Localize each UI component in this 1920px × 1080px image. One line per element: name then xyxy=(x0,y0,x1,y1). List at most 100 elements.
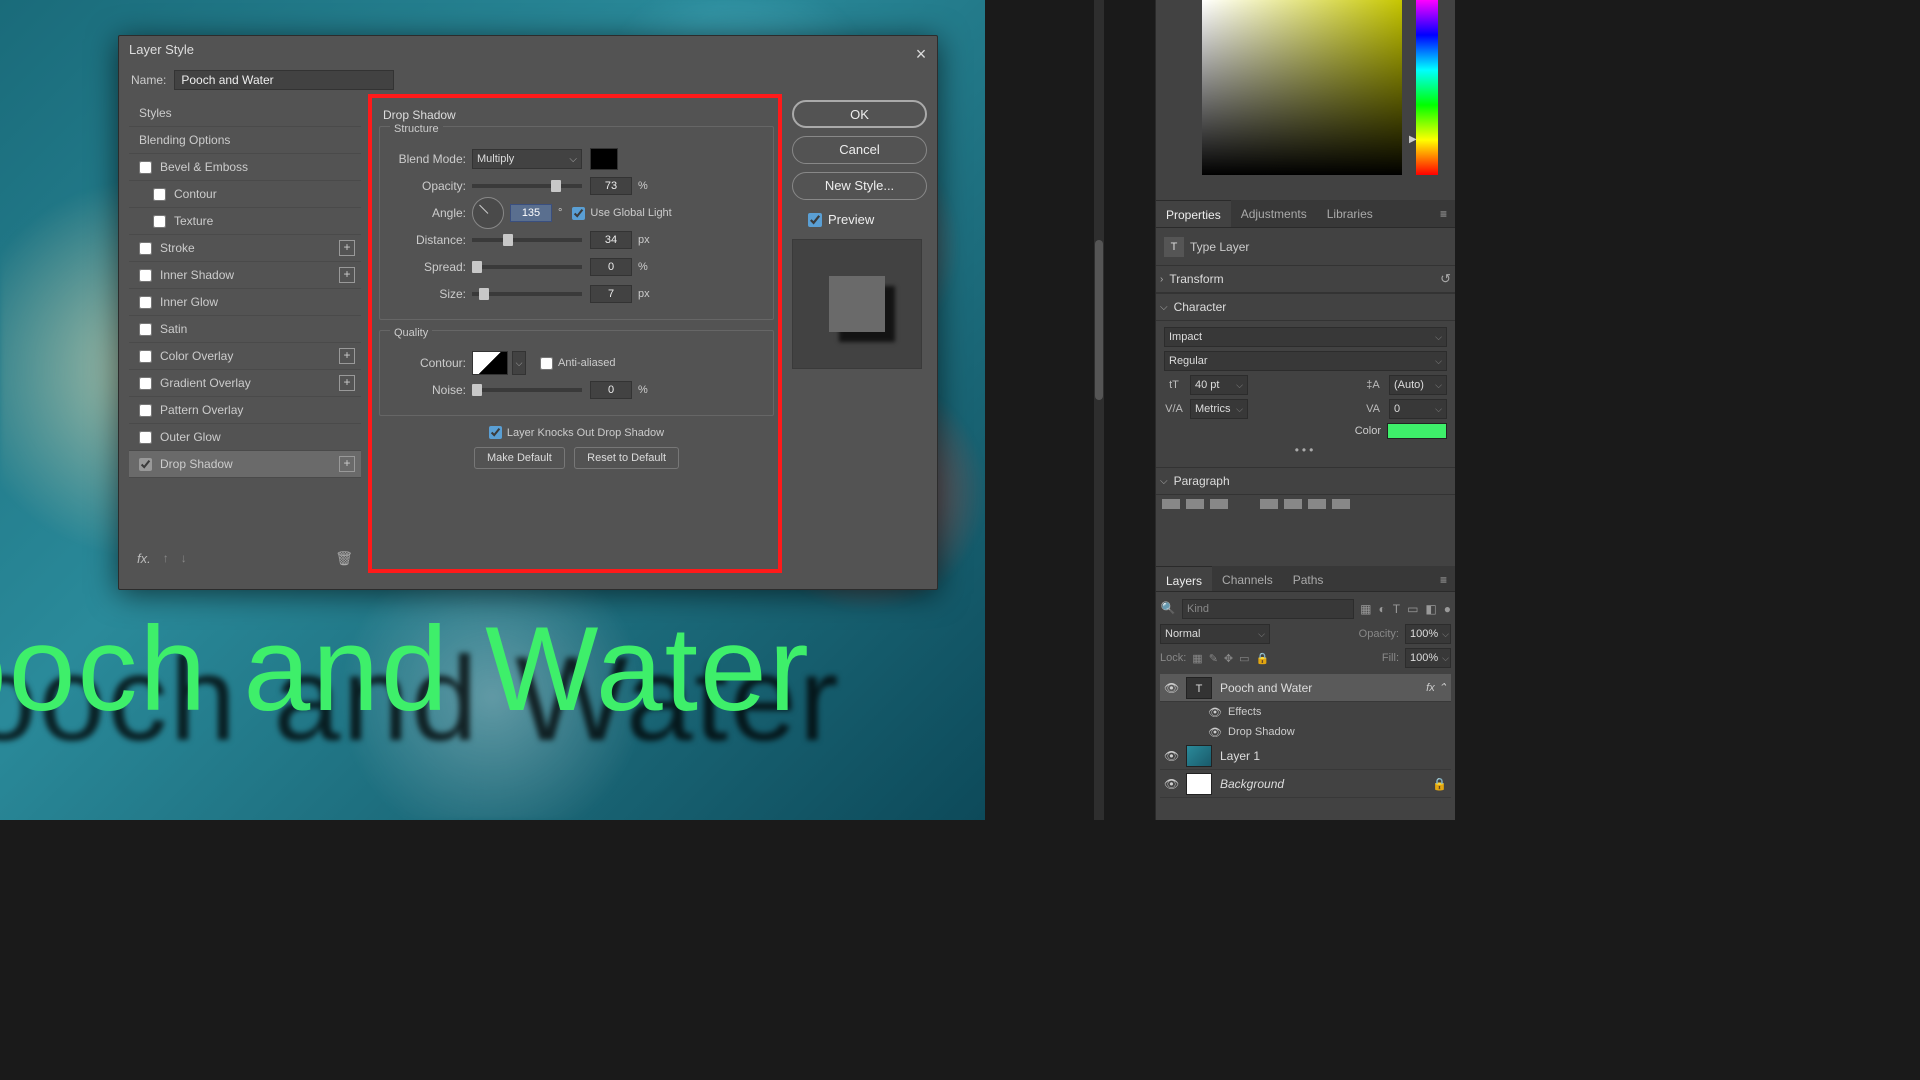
reset-icon[interactable]: ↺ xyxy=(1440,271,1451,287)
panel-menu-icon[interactable]: ≡ xyxy=(1432,200,1455,227)
add-icon[interactable]: + xyxy=(339,375,355,391)
align-center-icon[interactable] xyxy=(1186,499,1204,509)
contour-swatch[interactable] xyxy=(472,351,508,375)
search-icon[interactable]: 🔍 xyxy=(1160,601,1176,617)
tab-adjustments[interactable]: Adjustments xyxy=(1231,200,1317,227)
preview-checkbox[interactable]: Preview xyxy=(808,212,927,227)
filter-adjustment-icon[interactable]: ◐ xyxy=(1378,602,1385,616)
blend-mode-dropdown[interactable]: Multiply xyxy=(472,149,582,169)
opacity-slider[interactable] xyxy=(472,184,582,188)
ok-button[interactable]: OK xyxy=(792,100,927,128)
lock-icon[interactable]: 🔒 xyxy=(1432,777,1447,791)
lock-brush-icon[interactable]: ✎ xyxy=(1209,652,1218,665)
lock-all-icon[interactable]: 🔒 xyxy=(1256,652,1270,665)
inner-glow-row[interactable]: Inner Glow xyxy=(129,289,361,316)
font-size-dropdown[interactable]: 40 pt xyxy=(1190,375,1248,395)
knockout-checkbox[interactable]: Layer Knocks Out Drop Shadow xyxy=(379,426,774,439)
layer-background[interactable]: 👁 Background 🔒 xyxy=(1160,770,1451,798)
trash-icon[interactable]: 🗑 xyxy=(335,550,353,567)
align-left-icon[interactable] xyxy=(1162,499,1180,509)
close-icon[interactable]: × xyxy=(911,40,931,60)
noise-input[interactable] xyxy=(590,381,632,399)
move-down-icon[interactable]: ↓ xyxy=(181,551,187,565)
character-section[interactable]: ⌵Character xyxy=(1156,293,1455,321)
angle-dial[interactable] xyxy=(472,197,504,229)
cancel-button[interactable]: Cancel xyxy=(792,136,927,164)
noise-slider[interactable] xyxy=(472,388,582,392)
hue-slider[interactable] xyxy=(1416,0,1438,175)
satin-row[interactable]: Satin xyxy=(129,316,361,343)
fx-icon[interactable]: fx. xyxy=(137,551,151,566)
outer-glow-row[interactable]: Outer Glow xyxy=(129,424,361,451)
font-family-dropdown[interactable]: Impact xyxy=(1164,327,1447,347)
tab-libraries[interactable]: Libraries xyxy=(1317,200,1383,227)
filter-smart-icon[interactable]: ◧ xyxy=(1425,602,1436,616)
leading-dropdown[interactable]: (Auto) xyxy=(1389,375,1447,395)
panel-menu-icon[interactable]: ≡ xyxy=(1432,566,1455,591)
lock-artboard-icon[interactable]: ▭ xyxy=(1239,652,1249,665)
tab-channels[interactable]: Channels xyxy=(1212,566,1283,591)
align-right-icon[interactable] xyxy=(1210,499,1228,509)
bevel-emboss-row[interactable]: Bevel & Emboss xyxy=(129,154,361,181)
filter-kind-dropdown[interactable] xyxy=(1182,599,1354,619)
dialog-titlebar[interactable]: Layer Style × xyxy=(119,36,937,64)
stroke-row[interactable]: Stroke+ xyxy=(129,235,361,262)
paragraph-section[interactable]: ⌵Paragraph xyxy=(1156,467,1455,495)
tab-properties[interactable]: Properties xyxy=(1156,200,1231,227)
tab-layers[interactable]: Layers xyxy=(1156,566,1212,591)
add-icon[interactable]: + xyxy=(339,267,355,283)
filter-pixel-icon[interactable]: ▦ xyxy=(1360,602,1371,616)
blend-mode-dropdown[interactable]: Normal xyxy=(1160,624,1270,644)
visibility-icon[interactable]: 👁 xyxy=(1164,777,1178,791)
anti-aliased-checkbox[interactable]: Anti-aliased xyxy=(540,357,615,370)
shadow-color-swatch[interactable] xyxy=(590,148,618,170)
make-default-button[interactable]: Make Default xyxy=(474,447,565,469)
justify-center-icon[interactable] xyxy=(1284,499,1302,509)
new-style-button[interactable]: New Style... xyxy=(792,172,927,200)
text-color-swatch[interactable] xyxy=(1387,423,1447,439)
size-input[interactable] xyxy=(590,285,632,303)
drop-shadow-row[interactable]: Drop Shadow+ xyxy=(129,451,361,478)
reset-default-button[interactable]: Reset to Default xyxy=(574,447,679,469)
font-weight-dropdown[interactable]: Regular xyxy=(1164,351,1447,371)
layer-text[interactable]: 👁 T Pooch and Water fx ⌃ xyxy=(1160,674,1451,702)
lock-transparent-icon[interactable]: ▦ xyxy=(1192,652,1202,665)
lock-position-icon[interactable]: ✥ xyxy=(1224,652,1233,665)
effects-row[interactable]: 👁Effects xyxy=(1160,702,1451,722)
add-icon[interactable]: + xyxy=(339,456,355,472)
use-global-light-checkbox[interactable]: Use Global Light xyxy=(572,207,671,220)
distance-slider[interactable] xyxy=(472,238,582,242)
filter-shape-icon[interactable]: ▭ xyxy=(1407,602,1418,616)
spread-input[interactable] xyxy=(590,258,632,276)
size-slider[interactable] xyxy=(472,292,582,296)
opacity-dropdown[interactable]: 100% xyxy=(1405,624,1451,644)
justify-left-icon[interactable] xyxy=(1260,499,1278,509)
justify-right-icon[interactable] xyxy=(1308,499,1326,509)
contour-row[interactable]: Contour xyxy=(129,181,361,208)
transform-section[interactable]: ›Transform↺ xyxy=(1156,265,1455,293)
fx-badge-icon[interactable]: fx ⌃ xyxy=(1426,681,1447,694)
visibility-icon[interactable]: 👁 xyxy=(1164,681,1178,695)
texture-row[interactable]: Texture xyxy=(129,208,361,235)
opacity-input[interactable] xyxy=(590,177,632,195)
filter-type-icon[interactable]: T xyxy=(1393,602,1400,616)
distance-input[interactable] xyxy=(590,231,632,249)
angle-input[interactable] xyxy=(510,204,552,222)
visibility-icon[interactable]: 👁 xyxy=(1164,749,1178,763)
effect-drop-shadow-row[interactable]: 👁Drop Shadow xyxy=(1160,722,1451,742)
move-up-icon[interactable]: ↑ xyxy=(163,551,169,565)
fill-dropdown[interactable]: 100% xyxy=(1405,648,1451,668)
inner-shadow-row[interactable]: Inner Shadow+ xyxy=(129,262,361,289)
more-options-icon[interactable]: ••• xyxy=(1164,443,1447,457)
spread-slider[interactable] xyxy=(472,265,582,269)
add-icon[interactable]: + xyxy=(339,240,355,256)
color-overlay-row[interactable]: Color Overlay+ xyxy=(129,343,361,370)
tracking-dropdown[interactable]: 0 xyxy=(1389,399,1447,419)
layer-name-input[interactable] xyxy=(174,70,394,90)
pattern-overlay-row[interactable]: Pattern Overlay xyxy=(129,397,361,424)
document-scrollbar[interactable] xyxy=(1094,0,1104,820)
contour-dropdown[interactable]: ⌵ xyxy=(512,351,526,375)
filter-toggle-icon[interactable]: ● xyxy=(1444,602,1451,616)
gradient-overlay-row[interactable]: Gradient Overlay+ xyxy=(129,370,361,397)
tab-paths[interactable]: Paths xyxy=(1283,566,1334,591)
